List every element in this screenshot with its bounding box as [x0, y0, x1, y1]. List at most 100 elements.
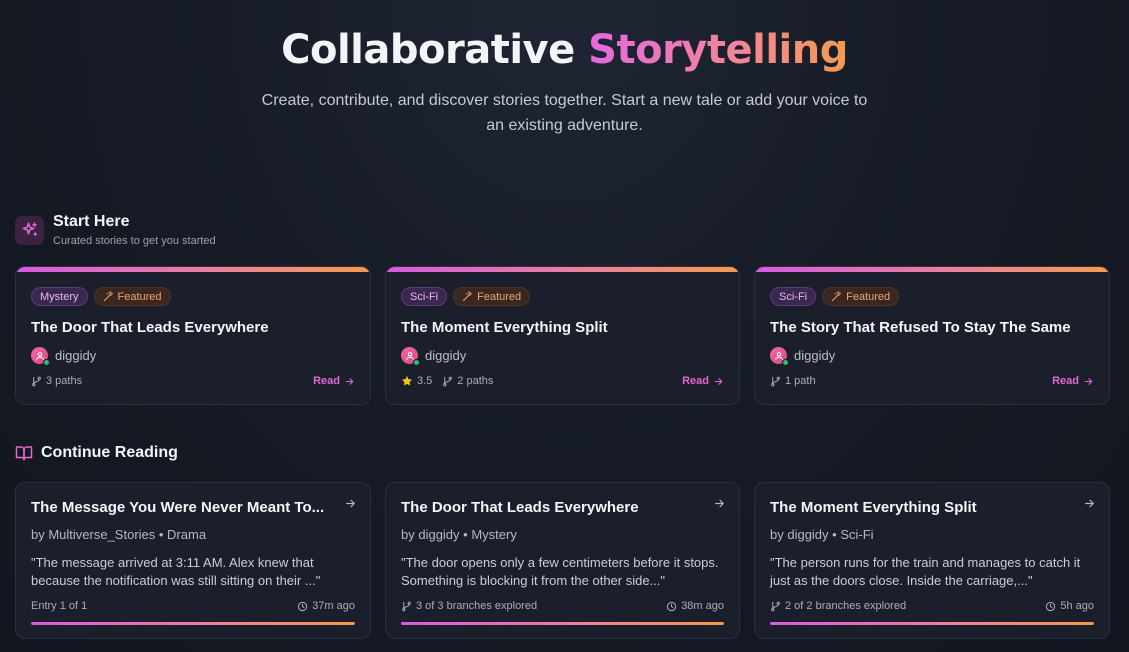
start-here-header: Start Here Curated stories to get you st…	[15, 213, 216, 247]
last-read-time-label: 5h ago	[1060, 600, 1094, 612]
progress-text: 3 of 3 branches explored	[416, 600, 538, 612]
last-read-time-label: 38m ago	[681, 600, 724, 612]
page-title-accent: Storytelling	[588, 27, 848, 73]
arrow-right-icon	[345, 377, 354, 385]
featured-badge: Featured	[822, 287, 900, 306]
continue-reading-card[interactable]: The Message You Were Never Meant To... b…	[15, 482, 371, 639]
story-excerpt: "The door opens only a few centimeters b…	[401, 555, 719, 588]
git-branch-icon	[771, 601, 780, 611]
arrow-right-icon[interactable]	[713, 497, 726, 510]
featured-badge: Featured	[93, 287, 171, 306]
story-meta: 1 path	[770, 375, 816, 387]
featured-story-card[interactable]: Mystery Featured The Door That Leads Eve…	[15, 266, 371, 405]
card-accent-bar	[16, 267, 370, 272]
genre-badge: Sci-Fi	[401, 287, 448, 306]
reading-progress-bar	[401, 622, 724, 625]
featured-badge-label: Featured	[846, 290, 891, 303]
path-count: 1 path	[785, 375, 816, 387]
start-here-title: Start Here	[53, 213, 130, 230]
user-icon	[774, 351, 783, 360]
continue-reading-header: Continue Reading	[15, 444, 178, 462]
story-author[interactable]: diggidy	[401, 347, 466, 366]
story-excerpt: "The message arrived at 3:11 AM. Alex kn…	[31, 555, 321, 588]
read-button-label: Read	[313, 375, 340, 387]
page-title: Collaborative Storytelling	[0, 26, 1129, 74]
featured-story-card[interactable]: Sci-Fi Featured The Moment Everything Sp…	[385, 266, 740, 405]
reading-progress-bar	[31, 622, 355, 625]
continue-reading-card[interactable]: The Moment Everything Split by diggidy •…	[754, 482, 1110, 639]
featured-badge-label: Featured	[117, 290, 162, 303]
clock-icon	[1046, 601, 1056, 611]
start-here-subtitle: Curated stories to get you started	[53, 235, 216, 247]
story-excerpt: "The person runs for the train and manag…	[770, 555, 1081, 588]
path-count: 2 paths	[457, 375, 494, 387]
story-meta: 3 paths	[31, 375, 82, 387]
read-button[interactable]: Read	[682, 375, 724, 387]
path-count: 3 paths	[46, 375, 83, 387]
page-subtitle: Create, contribute, and discover stories…	[261, 92, 868, 134]
genre-badge: Sci-Fi	[770, 287, 817, 306]
avatar	[401, 347, 420, 366]
card-accent-bar	[386, 267, 739, 272]
author-name[interactable]: diggidy	[794, 348, 835, 363]
read-button[interactable]: Read	[313, 375, 355, 387]
online-status-dot	[43, 359, 50, 366]
book-open-icon	[15, 446, 33, 461]
story-meta: 3.5 2 paths	[401, 375, 493, 387]
arrow-right-icon	[1084, 377, 1093, 385]
branches-explored: 3 of 3 branches explored	[401, 600, 537, 612]
online-status-dot	[413, 359, 420, 366]
page-title-main: Collaborative	[281, 27, 589, 73]
avatar	[31, 347, 50, 366]
git-branch-icon	[771, 376, 780, 386]
continue-reading-card[interactable]: The Door That Leads Everywhere by diggid…	[385, 482, 740, 639]
genre-badge: Mystery	[31, 287, 88, 306]
user-icon	[405, 351, 414, 360]
read-button-label: Read	[1052, 375, 1079, 387]
author-name[interactable]: diggidy	[55, 348, 96, 363]
featured-badge-label: Featured	[477, 290, 522, 303]
git-branch-icon	[32, 376, 41, 386]
last-read-time: 5h ago	[1045, 600, 1094, 612]
hero: Collaborative Storytelling Create, contr…	[0, 26, 1129, 138]
online-status-dot	[782, 359, 789, 366]
last-read-time: 38m ago	[666, 600, 724, 612]
rating-value: 3.5	[417, 375, 433, 387]
arrow-right-icon[interactable]	[1083, 497, 1096, 510]
git-branch-icon	[443, 376, 453, 386]
last-read-time: 37m ago	[297, 600, 355, 612]
story-byline: by diggidy • Sci-Fi	[770, 527, 874, 542]
card-accent-bar	[755, 267, 1109, 272]
progress-text: Entry 1 of 1	[31, 600, 88, 612]
read-button-label: Read	[682, 375, 709, 387]
story-title[interactable]: The Door That Leads Everywhere	[401, 499, 701, 516]
story-byline: by diggidy • Mystery	[401, 527, 517, 542]
story-title[interactable]: The Message You Were Never Meant To...	[31, 499, 331, 516]
star-icon	[402, 376, 412, 386]
story-author[interactable]: diggidy	[770, 347, 835, 366]
story-title[interactable]: The Moment Everything Split	[401, 319, 608, 336]
sparkles-icon	[15, 215, 44, 245]
author-name[interactable]: diggidy	[425, 348, 466, 363]
branches-explored: 2 of 2 branches explored	[770, 600, 906, 612]
featured-badge: Featured	[453, 287, 531, 306]
story-title[interactable]: The Moment Everything Split	[770, 499, 1070, 516]
arrow-right-icon	[714, 377, 723, 385]
story-title[interactable]: The Door That Leads Everywhere	[31, 319, 269, 336]
story-title[interactable]: The Story That Refused To Stay The Same	[770, 319, 1071, 336]
last-read-time-label: 37m ago	[312, 600, 355, 612]
wand-icon	[831, 291, 842, 302]
user-icon	[35, 351, 44, 360]
wand-icon	[462, 291, 473, 302]
story-author[interactable]: diggidy	[31, 347, 96, 366]
story-byline: by Multiverse_Stories • Drama	[31, 527, 207, 542]
wand-icon	[103, 291, 113, 302]
read-button[interactable]: Read	[1052, 375, 1094, 387]
clock-icon	[667, 601, 677, 611]
continue-reading-title: Continue Reading	[41, 444, 178, 461]
featured-story-card[interactable]: Sci-Fi Featured The Story That Refused T…	[754, 266, 1110, 405]
progress-text: 2 of 2 branches explored	[785, 600, 907, 612]
arrow-right-icon[interactable]	[344, 497, 357, 510]
clock-icon	[298, 601, 308, 611]
avatar	[770, 347, 789, 366]
